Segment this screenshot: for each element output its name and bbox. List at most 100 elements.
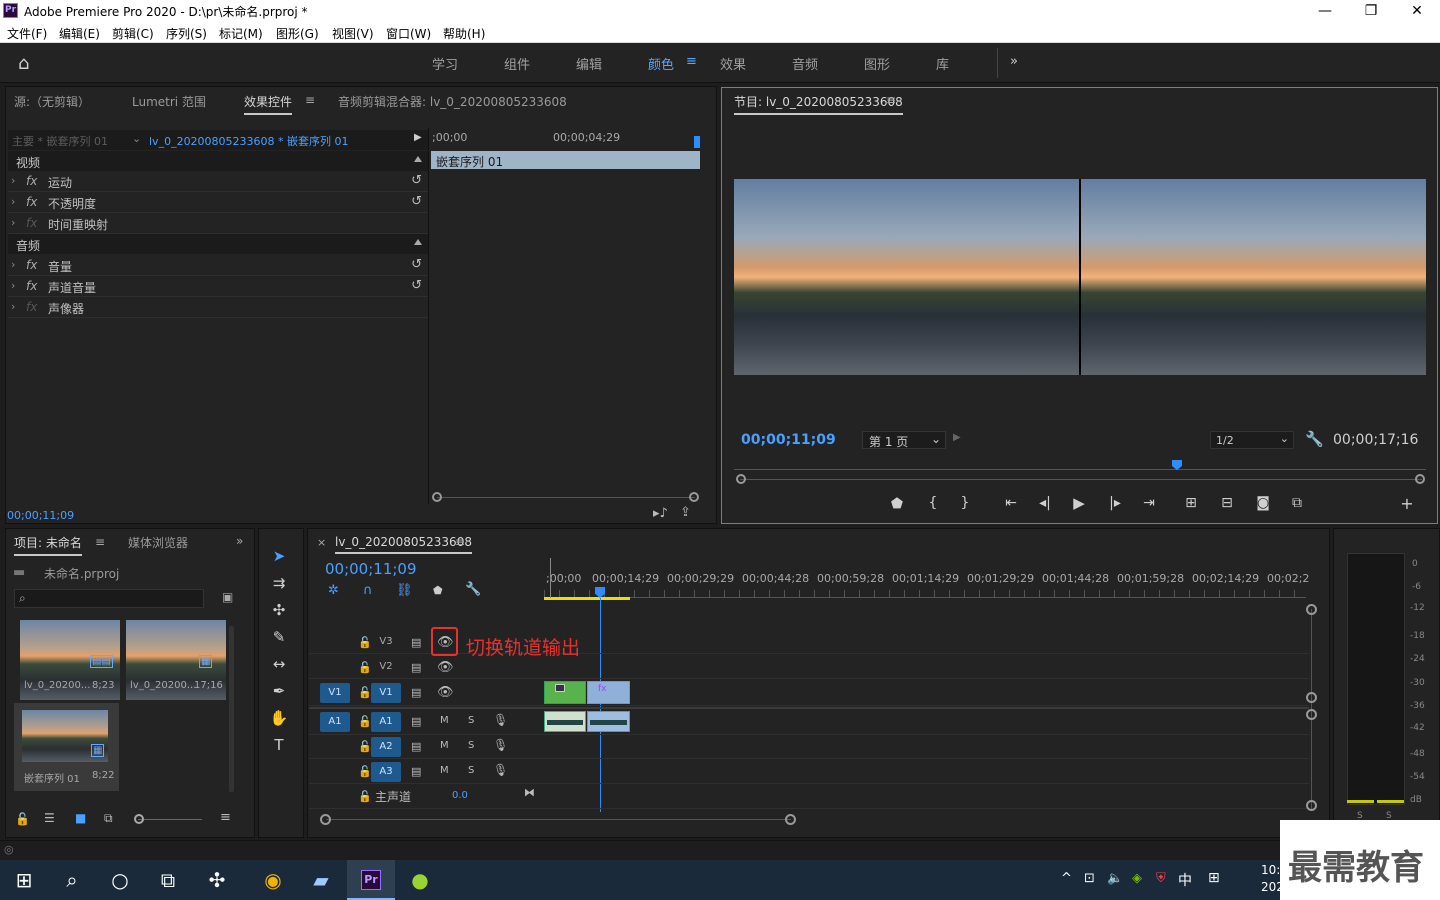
minimize-button[interactable]: —: [1302, 0, 1348, 22]
ime-indicator[interactable]: 中: [1178, 870, 1192, 890]
close-tab-icon[interactable]: ×: [317, 536, 326, 549]
zoom-handle[interactable]: [1306, 800, 1317, 811]
panel-menu-icon[interactable]: ≡: [886, 93, 896, 107]
zoom-select[interactable]: 1/2 ⌄: [1210, 431, 1294, 449]
step-forward-icon[interactable]: |▸: [1104, 495, 1126, 511]
add-button-icon[interactable]: +: [1396, 494, 1418, 513]
cortana-icon[interactable]: ○: [96, 860, 144, 900]
ec-zoom-bar[interactable]: [437, 497, 695, 498]
tab-audio-clip-mixer[interactable]: 音频剪辑混合器: lv_0_20200805233608: [338, 93, 567, 110]
extract-icon[interactable]: ⊟: [1216, 495, 1238, 511]
zoom-handle-left[interactable]: [736, 474, 746, 484]
workspace-color[interactable]: 颜色: [648, 54, 674, 73]
menu-window[interactable]: 窗口(W): [386, 25, 431, 42]
premiere-taskbar-button[interactable]: Pr: [347, 860, 395, 900]
slider-handle[interactable]: [134, 814, 144, 824]
freeform-view-icon[interactable]: ⧉: [104, 811, 113, 826]
close-button[interactable]: ✕: [1394, 0, 1440, 22]
lock-icon[interactable]: 🔓: [358, 636, 372, 649]
effect-time-remap[interactable]: › fx 时间重映射: [8, 213, 428, 234]
zoom-handle-right[interactable]: [689, 492, 699, 502]
microphone-icon[interactable]: 🎙: [493, 713, 508, 727]
lock-icon[interactable]: 🔓: [358, 715, 372, 728]
timeline-timecode[interactable]: 00;00;11;09: [325, 560, 417, 578]
reset-icon[interactable]: ↺: [411, 194, 422, 209]
menu-edit[interactable]: 编辑(E): [59, 25, 100, 42]
mute-button[interactable]: M: [440, 715, 449, 726]
export-icon[interactable]: ⇪: [680, 505, 691, 520]
play-triangle-icon[interactable]: ▶: [414, 132, 422, 143]
play-icon[interactable]: ▶: [1068, 494, 1090, 512]
clock-time[interactable]: 10:: [1261, 863, 1280, 877]
page-select[interactable]: 第 1 页 ⌄: [862, 431, 946, 449]
menu-graphics[interactable]: 图形(G): [276, 25, 319, 42]
ec-timecode[interactable]: 00;00;11;09: [7, 509, 74, 522]
fx-icon[interactable]: fx: [26, 195, 37, 209]
comparison-view-icon[interactable]: ⧉: [1286, 495, 1308, 511]
hand-tool-icon[interactable]: ✋: [268, 709, 290, 731]
track-label-a1[interactable]: A1: [371, 712, 401, 732]
effect-panner[interactable]: › fx 声像器: [8, 297, 428, 318]
mute-button[interactable]: M: [440, 740, 449, 751]
workspace-editing[interactable]: 编辑: [576, 54, 602, 73]
project-item-name[interactable]: lv_0_20200...: [130, 680, 196, 691]
linked-selection-icon[interactable]: ⛓: [396, 583, 413, 598]
effect-volume[interactable]: › fx 音量 ↺: [8, 255, 428, 276]
tab-source[interactable]: 源:（无剪辑）: [14, 93, 90, 110]
project-item-name[interactable]: 嵌套序列 01: [24, 770, 80, 785]
tab-media-browser[interactable]: 媒体浏览器: [128, 534, 188, 551]
panel-menu-icon[interactable]: ≡: [305, 93, 315, 107]
mute-button[interactable]: M: [440, 765, 449, 776]
microphone-icon[interactable]: 🎙: [493, 738, 508, 752]
track-label-v2[interactable]: V2: [371, 657, 401, 677]
menu-clip[interactable]: 剪辑(C): [112, 25, 154, 42]
zoom-handle[interactable]: [1306, 604, 1317, 615]
pen-tool-icon[interactable]: ✒: [268, 682, 290, 704]
lock-icon[interactable]: 🔓: [358, 740, 372, 753]
sync-lock-icon[interactable]: ▤: [411, 636, 421, 649]
effect-channel-volume[interactable]: › fx 声道音量 ↺: [8, 276, 428, 297]
playhead-marker[interactable]: [694, 136, 700, 148]
effect-motion[interactable]: › fx 运动 ↺: [8, 171, 428, 192]
lift-icon[interactable]: ⊞: [1180, 495, 1202, 511]
source-patch-v1[interactable]: V1: [320, 683, 350, 703]
type-tool-icon[interactable]: T: [268, 736, 290, 758]
solo-button[interactable]: S: [468, 765, 474, 776]
filter-audio-icon[interactable]: ▸♪: [653, 506, 668, 521]
reset-icon[interactable]: ↺: [411, 257, 422, 272]
workspace-more-icon[interactable]: »: [1010, 54, 1018, 69]
program-timecode[interactable]: 00;00;11;09: [741, 432, 836, 448]
track-select-tool-icon[interactable]: ⇉: [268, 574, 290, 596]
tab-effect-controls[interactable]: 效果控件: [244, 93, 293, 115]
home-icon[interactable]: ⌂: [18, 53, 29, 74]
horizontal-zoom-bar[interactable]: [326, 819, 791, 820]
timeline-sequence-tab[interactable]: lv_0_20200805233608: [335, 535, 472, 554]
wrench-icon[interactable]: 🔧: [1305, 430, 1324, 448]
menu-sequence[interactable]: 序列(S): [166, 25, 207, 42]
collapse-up-icon[interactable]: [414, 156, 422, 162]
chevron-right-icon[interactable]: ›: [11, 195, 15, 208]
fx-icon[interactable]: fx: [26, 174, 37, 188]
toggle-track-output-eye-icon[interactable]: 👁: [437, 635, 454, 650]
slip-tool-icon[interactable]: ↔: [268, 655, 290, 677]
panel-menu-icon[interactable]: ≡: [455, 535, 465, 549]
timeline-ruler[interactable]: [544, 590, 1306, 598]
sync-lock-icon[interactable]: ▤: [411, 715, 421, 728]
panel-overflow-icon[interactable]: »: [236, 534, 243, 548]
sync-lock-icon[interactable]: ▤: [411, 661, 421, 674]
chevron-right-icon[interactable]: ›: [11, 258, 15, 271]
list-view-icon[interactable]: ☰: [44, 811, 55, 825]
work-area-bar[interactable]: [544, 597, 630, 600]
nest-icon[interactable]: ✲: [328, 583, 339, 598]
fx-icon[interactable]: fx: [26, 279, 37, 293]
maximize-button[interactable]: ❐: [1348, 0, 1394, 22]
workspace-graphics[interactable]: 图形: [864, 54, 890, 73]
lock-icon[interactable]: 🔓: [358, 686, 372, 699]
go-to-in-icon[interactable]: ⇤: [1000, 495, 1022, 511]
lock-icon[interactable]: 🔓: [358, 661, 372, 674]
notes-app-icon[interactable]: ▰: [297, 860, 345, 900]
audio-clip-1[interactable]: [544, 711, 586, 732]
reset-icon[interactable]: ↺: [411, 278, 422, 293]
task-view-icon[interactable]: ⧉: [144, 860, 192, 900]
menu-view[interactable]: 视图(V): [332, 25, 374, 42]
